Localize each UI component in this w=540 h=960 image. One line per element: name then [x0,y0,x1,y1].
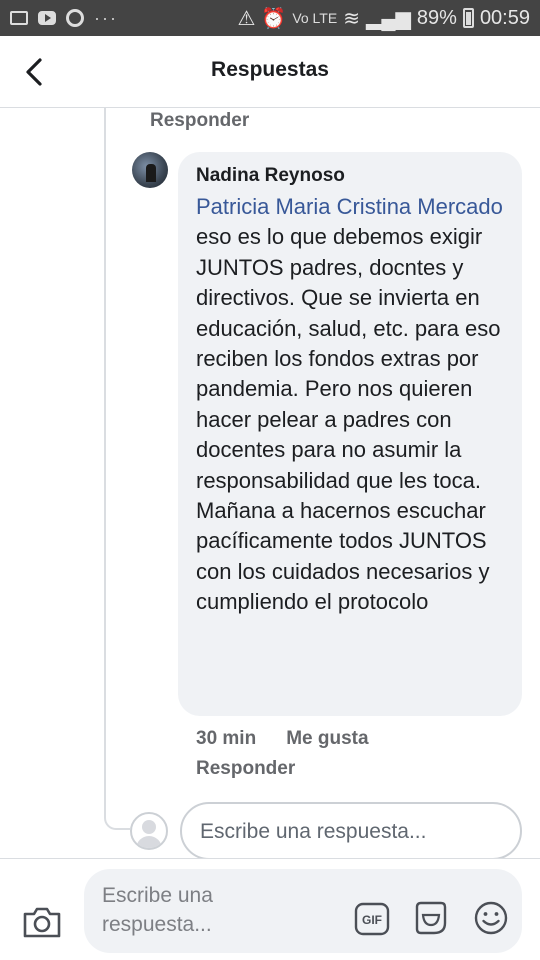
status-bar: ··· ⚠ ⏰ Vo LTE ≋ ▂▄▆ 89% 00:59 [0,0,540,36]
current-user-avatar [130,812,168,850]
inline-reply-input[interactable]: Escribe una respuesta... [180,802,522,860]
like-button[interactable]: Me gusta [286,728,368,750]
comment-timestamp[interactable]: 30 min [196,728,256,750]
comment-bubble: Nadina Reynoso Patricia Maria Cristina M… [178,152,522,716]
emoji-icon[interactable] [472,899,510,937]
battery-icon [462,8,474,28]
header: Respuestas [0,36,540,108]
composer-bar: Escribe una respuesta... GIF [0,858,540,960]
wifi-icon: ≋ [343,7,360,30]
composer-placeholder: Escribe una respuesta... [102,884,213,936]
comment-meta: 30 min Me gusta [196,728,369,750]
chrome-notification-icon [66,9,84,27]
thread-line [104,108,106,818]
volte-indicator: Vo LTE [292,10,338,26]
gif-label: GIF [362,913,382,927]
alarm-icon: ⏰ [261,7,287,30]
youtube-notification-icon [38,11,56,25]
gif-icon[interactable]: GIF [354,902,390,936]
comment-author[interactable]: Nadina Reynoso [196,164,506,188]
avatar[interactable] [132,152,168,188]
warning-icon: ⚠ [237,7,256,30]
battery-percent: 89% [416,6,457,29]
thread-connector [104,808,130,830]
signal-icon: ▂▄▆ [365,7,411,30]
reply-button[interactable]: Responder [196,758,295,780]
reply-link-parent[interactable]: Responder [150,110,249,132]
page-title: Respuestas [211,58,329,81]
comment-text: Patricia Maria Cristina Mercado eso es l… [196,192,506,618]
image-notification-icon [10,11,28,25]
sticker-icon[interactable] [412,899,450,937]
more-notifications-icon: ··· [94,7,118,28]
clock: 00:59 [479,6,530,29]
camera-icon[interactable] [22,905,62,939]
reply-composer-input[interactable]: Escribe una respuesta... GIF [84,869,522,953]
comment-body: eso es lo que debemos exigir JUNTOS padr… [196,224,501,615]
mention-link[interactable]: Patricia Maria Cristina Mercado [196,194,503,219]
